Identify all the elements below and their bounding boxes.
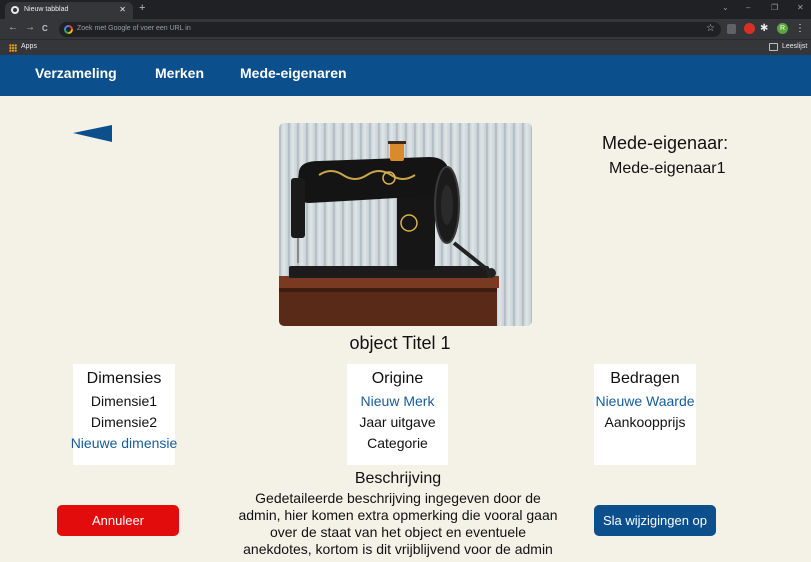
dimensions-heading: Dimensies	[86, 370, 162, 387]
minimize-icon[interactable]: –	[746, 3, 750, 12]
amounts-heading: Bedragen	[610, 370, 680, 387]
back-arrow-icon[interactable]	[73, 125, 113, 143]
category-field: Categorie	[367, 435, 428, 451]
new-tab-button[interactable]: +	[139, 3, 145, 14]
browser-tab-strip: Nieuw tabblad ✕ + ⌄ – ❐ ✕	[0, 0, 811, 19]
nav-verzameling[interactable]: Verzameling	[35, 65, 117, 81]
nav-merken[interactable]: Merken	[155, 65, 204, 81]
release-year-field: Jaar uitgave	[359, 414, 436, 430]
profile-avatar[interactable]: R	[777, 23, 788, 34]
reading-list-button[interactable]: Leeslijst	[782, 43, 807, 50]
browser-tab[interactable]: Nieuw tabblad ✕	[5, 2, 133, 19]
apps-grid-icon[interactable]	[9, 44, 17, 52]
description-text: Gedetaileerde beschrijving ingegeven doo…	[238, 490, 558, 557]
restore-icon[interactable]: ❐	[771, 3, 778, 12]
save-changes-button[interactable]: Sla wijzigingen op	[594, 505, 716, 536]
dimension-item: Dimensie2	[90, 414, 158, 430]
bookmark-star-icon[interactable]: ☆	[706, 23, 715, 34]
amounts-card: Bedragen Nieuwe Waarde Aankoopprijs	[594, 364, 696, 465]
chrome-favicon-icon	[11, 6, 19, 14]
browser-toolbar: ← → C Zoek met Google of voer een URL in…	[0, 19, 811, 39]
origin-card: Origine Nieuw Merk Jaar uitgave Categori…	[347, 364, 448, 465]
coowner-label: Mede-eigenaar:	[602, 133, 729, 153]
purchase-price-field: Aankoopprijs	[604, 414, 686, 430]
address-bar[interactable]: Zoek met Google of voer een URL in ☆	[59, 22, 721, 37]
new-dimension-link[interactable]: Nieuwe dimensie	[69, 433, 179, 454]
apps-bookmark[interactable]: Apps	[21, 43, 37, 50]
tab-title: Nieuw tabblad	[24, 6, 69, 13]
coowner-name: Mede-eigenaar1	[609, 160, 726, 177]
dimensions-card: Dimensies Dimensie1 Dimensie2 Nieuwe dim…	[71, 364, 177, 465]
object-photo	[279, 123, 532, 326]
puzzle-extensions-icon[interactable]: ✱	[760, 23, 771, 34]
google-icon	[64, 25, 73, 34]
address-placeholder: Zoek met Google of voer een URL in	[77, 25, 191, 32]
forward-icon[interactable]: →	[25, 22, 35, 34]
origin-heading: Origine	[371, 370, 424, 387]
cancel-button[interactable]: Annuleer	[57, 505, 179, 536]
chrome-menu-icon[interactable]: ⋮	[795, 23, 806, 34]
close-tab-icon[interactable]: ✕	[119, 5, 126, 14]
description-heading: Beschrijving	[354, 470, 442, 487]
new-value-link[interactable]: Nieuwe Waarde	[594, 391, 696, 412]
new-brand-link[interactable]: Nieuw Merk	[347, 391, 448, 412]
shield-extension-icon[interactable]	[727, 24, 736, 34]
window-close-icon[interactable]: ✕	[797, 3, 804, 12]
reading-list-icon[interactable]	[769, 43, 778, 51]
extension-red-icon[interactable]	[744, 23, 755, 34]
dimension-item: Dimensie1	[90, 393, 158, 409]
back-icon[interactable]: ←	[8, 22, 18, 34]
reload-icon[interactable]: C	[42, 23, 48, 35]
object-title: object Titel 1	[349, 333, 451, 353]
bookmarks-bar: Apps Leeslijst	[0, 39, 811, 55]
nav-mede-eigenaren[interactable]: Mede-eigenaren	[240, 65, 347, 81]
app-navbar: Verzameling Merken Mede-eigenaren	[0, 55, 811, 96]
collapse-tabs-icon[interactable]: ⌄	[722, 3, 729, 12]
